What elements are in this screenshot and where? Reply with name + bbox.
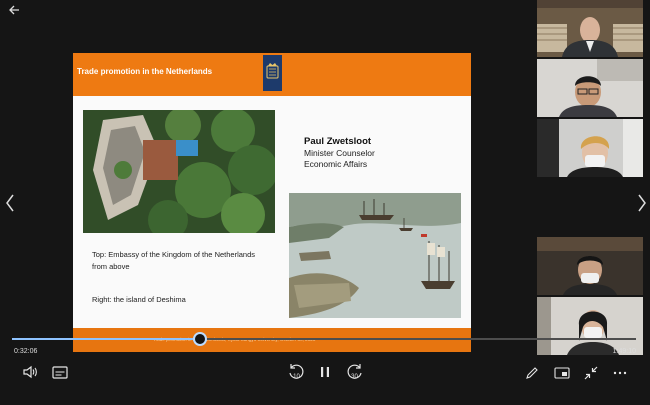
crest-logo: [263, 55, 282, 91]
presentation-slide: Trade promotion in the Netherlands Paul …: [73, 53, 471, 352]
cast-icon[interactable]: [554, 367, 570, 379]
captions-icon[interactable]: [52, 366, 68, 379]
skip-back-icon: 10: [289, 364, 304, 380]
remaining-time: 1:49:10: [612, 348, 636, 355]
pause-button[interactable]: [318, 365, 332, 379]
chevron-left-icon[interactable]: [4, 190, 16, 216]
volume-icon[interactable]: [22, 365, 38, 379]
caption-right: Right: the island of Deshima: [92, 295, 186, 304]
chevron-right-icon[interactable]: [636, 190, 648, 216]
participant-video-2[interactable]: [537, 59, 643, 117]
pen-icon[interactable]: [525, 366, 539, 380]
caption-top: Top: Embassy of the Kingdom of the Nethe…: [92, 250, 256, 271]
progress-fill: [12, 338, 201, 340]
skip-back-button[interactable]: 10: [287, 363, 305, 381]
participant-video-4[interactable]: [537, 237, 643, 295]
deshima-painting: [289, 193, 461, 318]
speaker-role: Minister Counselor: [304, 148, 375, 158]
participant-video-5[interactable]: [537, 297, 643, 355]
skip-back-label: 10: [293, 374, 300, 380]
embassy-aerial-photo: [83, 110, 275, 233]
speaker-department: Economic Affairs: [304, 159, 368, 169]
pause-icon: [321, 367, 329, 377]
skip-forward-icon: 30: [347, 364, 362, 380]
back-arrow-icon[interactable]: [8, 4, 24, 18]
elapsed-time: 0:32:06: [14, 348, 38, 355]
participant-video-3[interactable]: [537, 119, 643, 177]
speaker-name: Paul Zwetsloot: [304, 136, 372, 147]
skip-forward-label: 30: [351, 374, 358, 380]
slide-footer: Trade promotion in the Netherlands, Kyot…: [73, 328, 471, 352]
participant-video-1[interactable]: [537, 0, 643, 57]
exit-fullscreen-icon[interactable]: [584, 366, 598, 380]
slide-title: Trade promotion in the Netherlands: [77, 67, 213, 76]
more-icon[interactable]: [612, 370, 628, 376]
skip-forward-button[interactable]: 30: [346, 363, 364, 381]
slide-header: Trade promotion in the Netherlands: [73, 53, 471, 96]
